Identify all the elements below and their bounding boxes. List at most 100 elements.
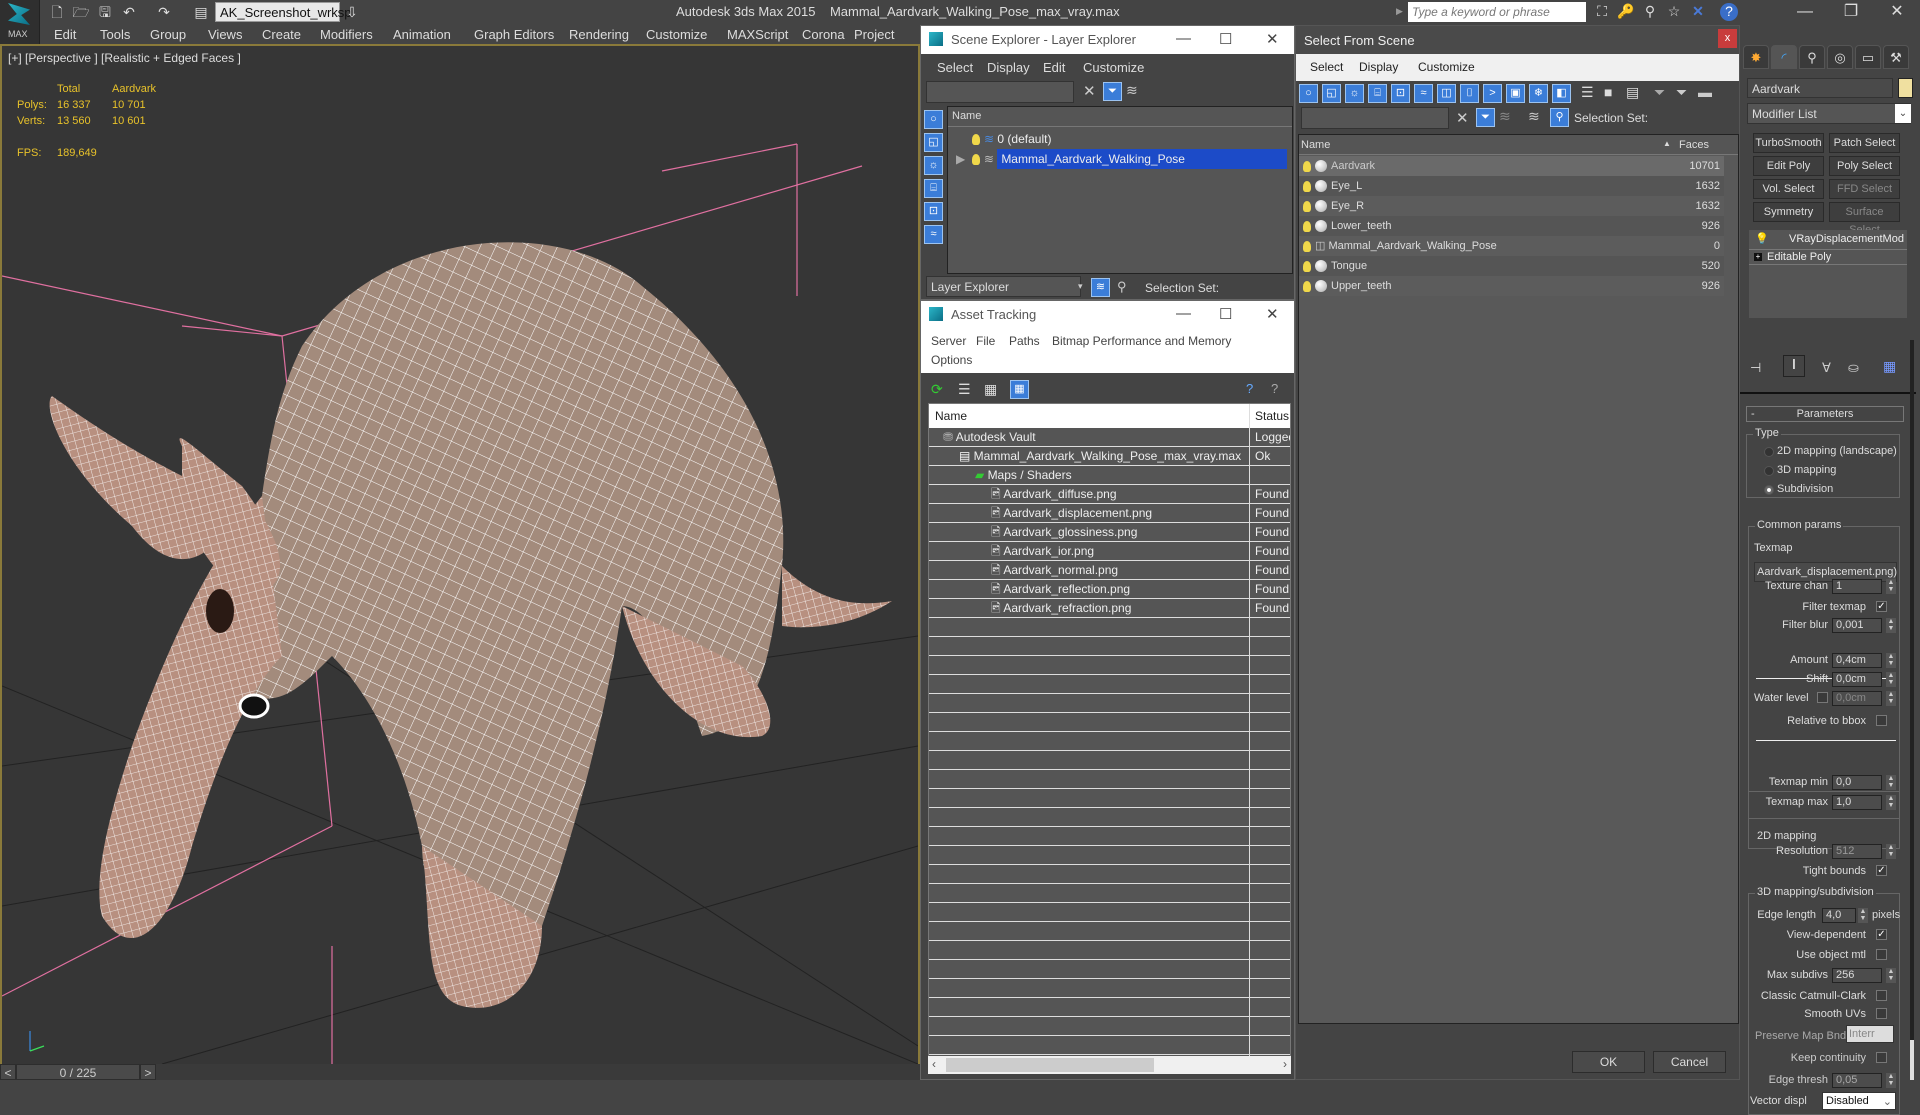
menu-paths[interactable]: Paths bbox=[1009, 334, 1040, 348]
filter-lights-icon[interactable]: ☼ bbox=[1345, 84, 1364, 103]
scene-explorer-titlebar[interactable]: Scene Explorer - Layer Explorer — ☐ ✕ bbox=[921, 26, 1294, 54]
satellite-icon[interactable]: ⚲ bbox=[1640, 3, 1660, 21]
name-column-header[interactable]: Name bbox=[948, 107, 1292, 127]
find-input[interactable] bbox=[926, 81, 1074, 103]
faces-column-header[interactable]: Faces bbox=[1679, 139, 1709, 151]
command-panel-scrollbar[interactable] bbox=[1910, 340, 1914, 1080]
menu-customize[interactable]: Customize bbox=[1083, 60, 1144, 75]
configure-sets-icon[interactable]: ▦ bbox=[1883, 358, 1896, 375]
use-object-mtl-checkbox[interactable] bbox=[1876, 949, 1887, 960]
filter-options-icon[interactable]: ⏷ bbox=[1676, 84, 1687, 101]
view-dependent-checkbox[interactable]: ✓ bbox=[1876, 929, 1887, 940]
menu-server[interactable]: Server bbox=[931, 334, 966, 348]
object-row[interactable]: ◫ Mammal_Aardvark_Walking_Pose 0 bbox=[1299, 236, 1724, 256]
catmull-clark-checkbox[interactable] bbox=[1876, 990, 1887, 1001]
menu-group[interactable]: Group bbox=[150, 27, 186, 42]
expand-plus-icon[interactable]: + bbox=[1754, 253, 1762, 261]
menu-rendering[interactable]: Rendering bbox=[569, 27, 629, 42]
close-button[interactable]: x bbox=[1718, 29, 1737, 48]
filter-funnel-icon[interactable]: ⏷ bbox=[1654, 84, 1665, 101]
show-end-result-icon[interactable]: I bbox=[1783, 355, 1805, 377]
spinner-arrows-icon[interactable]: ▲ ▼ bbox=[1886, 579, 1896, 594]
object-row[interactable]: Lower_teeth 926 bbox=[1299, 216, 1724, 236]
light-bulb-icon[interactable]: 💡 bbox=[1755, 232, 1769, 245]
customize-toolbar-icon[interactable]: ⇩ bbox=[343, 3, 361, 21]
menu-modifiers[interactable]: Modifiers bbox=[320, 27, 373, 42]
chevron-down-icon[interactable]: ▾ bbox=[1078, 281, 1083, 292]
time-slider-handle[interactable]: 0 / 225 bbox=[16, 1064, 140, 1080]
pin-stack-icon[interactable]: ⊣ bbox=[1750, 360, 1761, 376]
poly-select-button[interactable]: Poly Select bbox=[1829, 156, 1900, 176]
texture-chan-spinner[interactable]: 1 bbox=[1832, 579, 1882, 594]
water-level-spinner[interactable]: 0,0cm bbox=[1832, 691, 1882, 706]
next-frame-button[interactable]: > bbox=[140, 1064, 156, 1080]
turbosmooth-button[interactable]: TurboSmooth bbox=[1753, 133, 1824, 153]
visibility-bulb-icon[interactable] bbox=[1303, 160, 1311, 172]
layers-add-icon[interactable]: ≋ bbox=[1126, 82, 1138, 99]
spinner-arrows-icon[interactable]: ▲ ▼ bbox=[1886, 968, 1896, 983]
filter-hidden-icon[interactable]: ◧ bbox=[1552, 84, 1571, 103]
restore-button[interactable]: ❐ bbox=[1828, 0, 1874, 24]
filter-spacewarps-icon[interactable]: ≈ bbox=[924, 225, 943, 244]
visibility-bulb-icon[interactable] bbox=[1303, 180, 1311, 192]
filter-spacewarps-icon[interactable]: ≈ bbox=[1414, 84, 1433, 103]
menu-customize[interactable]: Customize bbox=[1418, 60, 1475, 74]
scrollbar-thumb[interactable] bbox=[1910, 1040, 1914, 1080]
redo-icon[interactable]: ↷ bbox=[155, 3, 173, 21]
menu-graph-editors[interactable]: Graph Editors bbox=[474, 27, 554, 42]
workspace-dropdown[interactable]: AK_Screenshot_wrksp bbox=[215, 2, 352, 22]
filter-geometry-icon[interactable]: ○ bbox=[924, 110, 943, 129]
clear-search-icon[interactable]: ✕ bbox=[1083, 82, 1096, 100]
texmap-min-spinner[interactable]: 0,0 bbox=[1832, 775, 1882, 790]
asset-row[interactable]: 🖻 Aardvark_displacement.png Found bbox=[929, 504, 1290, 523]
menu-maxscript[interactable]: MAXScript bbox=[727, 27, 788, 42]
sort-by-layer-icon[interactable]: ≋ bbox=[1091, 278, 1110, 297]
object-row[interactable]: Tongue 520 bbox=[1299, 256, 1724, 276]
select-from-scene-titlebar[interactable]: Select From Scene bbox=[1296, 26, 1739, 54]
asset-row[interactable]: 🖻 Aardvark_diffuse.png Found bbox=[929, 485, 1290, 504]
scrollbar-thumb[interactable] bbox=[946, 1058, 1154, 1072]
menu-select[interactable]: Select bbox=[1310, 60, 1343, 74]
visibility-bulb-icon[interactable] bbox=[1303, 200, 1311, 212]
select-invert-icon[interactable]: ▤ bbox=[1626, 84, 1639, 101]
object-row[interactable]: Upper_teeth 926 bbox=[1299, 276, 1724, 296]
remove-modifier-icon[interactable]: ⛀ bbox=[1848, 360, 1859, 376]
select-none-icon[interactable]: ■ bbox=[1604, 84, 1612, 100]
shift-spinner[interactable]: 0,0cm bbox=[1832, 672, 1882, 687]
scroll-right-icon[interactable]: › bbox=[1283, 1057, 1287, 1071]
display-tab-icon[interactable]: ▭ bbox=[1855, 45, 1881, 69]
maximize-button[interactable]: ☐ bbox=[1219, 305, 1232, 323]
sort-by-hierarchy-icon[interactable]: ⚲ bbox=[1117, 279, 1127, 295]
menu-edit[interactable]: Edit bbox=[1043, 60, 1065, 75]
surface-select-button[interactable]: Surface Select bbox=[1829, 202, 1900, 236]
visibility-bulb-icon[interactable] bbox=[1303, 280, 1311, 292]
filter-shapes-icon[interactable]: ◱ bbox=[924, 133, 943, 152]
radio-2d-mapping[interactable] bbox=[1764, 447, 1774, 457]
menu-display[interactable]: Display bbox=[987, 60, 1030, 75]
filter-icon[interactable]: ⏷ bbox=[1103, 82, 1122, 101]
asset-row[interactable]: 🖻 Aardvark_normal.png Found bbox=[929, 561, 1290, 580]
patch-select-button[interactable]: Patch Select bbox=[1829, 133, 1900, 153]
modify-tab-icon[interactable]: ◜ bbox=[1771, 45, 1797, 69]
menu-edit[interactable]: Edit bbox=[54, 27, 76, 42]
spinner-arrows-icon[interactable]: ▲ ▼ bbox=[1886, 844, 1896, 859]
menu-customize[interactable]: Customize bbox=[646, 27, 707, 42]
smooth-uvs-checkbox[interactable] bbox=[1876, 1008, 1887, 1019]
menu-options[interactable]: Options bbox=[931, 353, 972, 367]
filter-helpers-icon[interactable]: ⊡ bbox=[924, 202, 943, 221]
symmetry-button[interactable]: Symmetry bbox=[1753, 202, 1824, 222]
menu-display[interactable]: Display bbox=[1359, 60, 1398, 74]
save-icon[interactable]: 🖫 bbox=[96, 3, 114, 21]
menu-bitmap-performance[interactable]: Bitmap Performance and Memory bbox=[1052, 334, 1231, 348]
app-menu-button[interactable]: MAX bbox=[0, 0, 40, 44]
spinner-arrows-icon[interactable]: ▲ ▼ bbox=[1886, 618, 1896, 633]
close-button[interactable]: ✕ bbox=[1874, 0, 1920, 24]
columns-icon[interactable]: ▬ bbox=[1698, 84, 1712, 100]
exchange-icon[interactable]: ✕ bbox=[1688, 3, 1708, 21]
filter-shapes-icon[interactable]: ◱ bbox=[1322, 84, 1341, 103]
menu-views[interactable]: Views bbox=[208, 27, 242, 42]
asset-row[interactable]: ▰ Maps / Shaders bbox=[929, 466, 1290, 485]
cancel-button[interactable]: Cancel bbox=[1653, 1051, 1726, 1073]
time-slider[interactable]: < 0 / 225 > bbox=[0, 1064, 920, 1080]
perspective-viewport[interactable]: [+] [Perspective ] [Realistic + Edged Fa… bbox=[0, 44, 920, 1066]
